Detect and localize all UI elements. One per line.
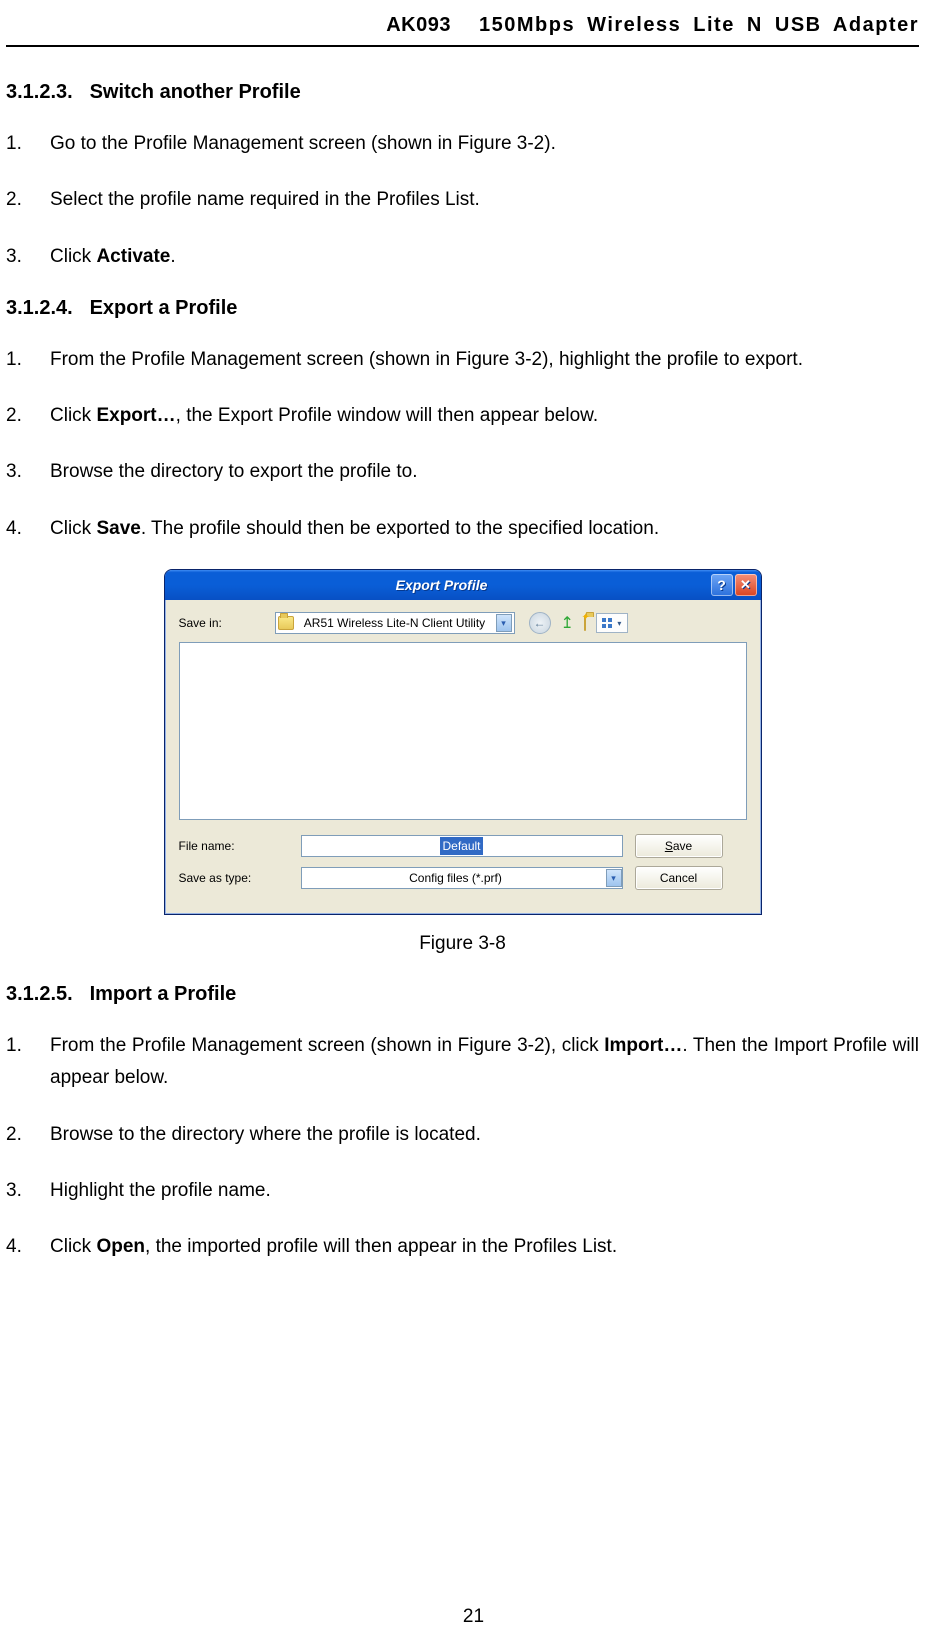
header-model: AK093 xyxy=(386,14,451,37)
chevron-down-icon: ▾ xyxy=(617,619,621,628)
list-item: Select the profile name required in the … xyxy=(6,184,919,216)
chevron-down-icon[interactable]: ▾ xyxy=(606,869,622,887)
new-folder-button[interactable]: ✦ xyxy=(584,616,586,630)
list-item: Click Activate. xyxy=(6,241,919,273)
chevron-down-icon[interactable]: ▾ xyxy=(496,614,512,632)
file-list-area[interactable] xyxy=(179,642,747,820)
save-button[interactable]: Save xyxy=(635,834,723,858)
section-number: 3.1.2.5. xyxy=(6,983,84,1006)
list-item: Browse the directory to export the profi… xyxy=(6,456,919,488)
nav-up-button[interactable]: ↥ xyxy=(561,613,574,633)
sparkle-icon: ✦ xyxy=(582,612,590,623)
page-number: 21 xyxy=(0,1606,947,1628)
save-as-type-label: Save as type: xyxy=(179,871,289,885)
save-in-label: Save in: xyxy=(179,616,269,630)
list-item: From the Profile Management screen (show… xyxy=(6,1030,919,1095)
section-number: 3.1.2.3. xyxy=(6,81,84,104)
import-profile-steps: From the Profile Management screen (show… xyxy=(6,1030,919,1263)
section-heading-import-profile: 3.1.2.5. Import a Profile xyxy=(6,983,919,1006)
figure-export-profile: Export Profile ? ✕ Save in: AR51 Wireles… xyxy=(6,569,919,955)
help-button[interactable]: ? xyxy=(711,574,733,596)
figure-caption: Figure 3-8 xyxy=(6,933,919,955)
list-item: Highlight the profile name. xyxy=(6,1175,919,1207)
list-item: From the Profile Management screen (show… xyxy=(6,344,919,376)
section-title: Export a Profile xyxy=(90,297,238,319)
dialog-title: Export Profile xyxy=(175,577,709,593)
cancel-button[interactable]: Cancel xyxy=(635,866,723,890)
page-header: AK093 150Mbps Wireless Lite N USB Adapte… xyxy=(6,14,919,47)
section-heading-switch-profile: 3.1.2.3. Switch another Profile xyxy=(6,81,919,104)
section-number: 3.1.2.4. xyxy=(6,297,84,320)
filename-label: File name: xyxy=(179,839,289,853)
section-title: Switch another Profile xyxy=(90,81,301,103)
save-as-type-value: Config files (*.prf) xyxy=(306,871,606,885)
export-profile-steps: From the Profile Management screen (show… xyxy=(6,344,919,545)
list-item: Click Open, the imported profile will th… xyxy=(6,1231,919,1263)
list-item: Browse to the directory where the profil… xyxy=(6,1119,919,1151)
save-as-type-dropdown[interactable]: Config files (*.prf) ▾ xyxy=(301,867,623,889)
section-title: Import a Profile xyxy=(90,983,237,1005)
filename-value: Default xyxy=(440,837,482,855)
close-button[interactable]: ✕ xyxy=(735,574,757,596)
section-heading-export-profile: 3.1.2.4. Export a Profile xyxy=(6,297,919,320)
save-in-value: AR51 Wireless Lite-N Client Utility xyxy=(298,616,492,630)
header-product: 150Mbps Wireless Lite N USB Adapter xyxy=(479,14,919,37)
list-item: Go to the Profile Management screen (sho… xyxy=(6,128,919,160)
dialog-titlebar[interactable]: Export Profile ? ✕ xyxy=(165,570,761,600)
switch-profile-steps: Go to the Profile Management screen (sho… xyxy=(6,128,919,273)
views-icon xyxy=(602,618,613,629)
filename-input[interactable]: Default xyxy=(301,835,623,857)
view-menu-button[interactable]: ▾ xyxy=(596,613,628,633)
save-in-dropdown[interactable]: AR51 Wireless Lite-N Client Utility ▾ xyxy=(275,612,515,634)
export-profile-dialog: Export Profile ? ✕ Save in: AR51 Wireles… xyxy=(164,569,762,915)
list-item: Click Export…, the Export Profile window… xyxy=(6,400,919,432)
nav-back-button[interactable]: ← xyxy=(529,612,551,634)
list-item: Click Save. The profile should then be e… xyxy=(6,513,919,545)
folder-icon xyxy=(278,616,294,630)
